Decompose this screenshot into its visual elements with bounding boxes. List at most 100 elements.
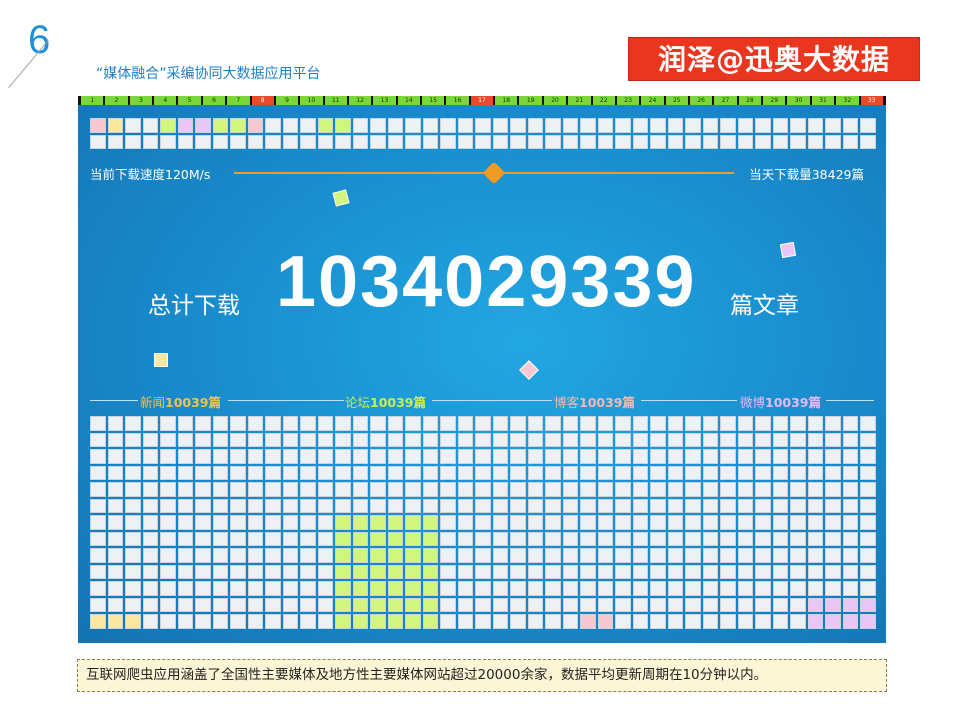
tile xyxy=(247,416,263,431)
tile xyxy=(125,531,141,546)
tile xyxy=(667,498,683,513)
tile xyxy=(790,416,806,431)
tile xyxy=(527,581,543,596)
tile xyxy=(545,581,561,596)
tile xyxy=(282,134,298,149)
tile xyxy=(212,548,228,563)
tile xyxy=(370,416,386,431)
tile xyxy=(230,449,246,464)
tile xyxy=(737,564,753,579)
tile xyxy=(335,416,351,431)
category-weibo[interactable]: 微博10039篇 xyxy=(740,392,821,411)
tile xyxy=(772,482,788,497)
tile xyxy=(597,515,613,530)
tile xyxy=(807,498,823,513)
tile xyxy=(580,564,596,579)
tile xyxy=(510,581,526,596)
tile xyxy=(247,581,263,596)
tile xyxy=(860,482,876,497)
tile xyxy=(142,548,158,563)
number-strip: 1 2 3 4 5 6 7 8 9 10 11 12 13 14 15 16 17 18 19 20 21 22 23 24 2… xyxy=(78,96,886,105)
tile xyxy=(720,581,736,596)
tile xyxy=(457,134,473,149)
tile xyxy=(615,134,631,149)
tile xyxy=(492,498,508,513)
tile xyxy=(667,482,683,497)
tile xyxy=(177,134,193,149)
tile xyxy=(195,515,211,530)
tile xyxy=(247,432,263,447)
tile xyxy=(492,449,508,464)
tile xyxy=(335,449,351,464)
category-news[interactable]: 新闻10039篇 xyxy=(140,392,221,411)
tile xyxy=(230,416,246,431)
tile xyxy=(632,416,648,431)
tile xyxy=(527,548,543,563)
tile xyxy=(685,564,701,579)
category-forum[interactable]: 论坛10039篇 xyxy=(345,392,426,411)
tile xyxy=(842,118,858,133)
tile xyxy=(387,118,403,133)
tile xyxy=(422,465,438,480)
tile xyxy=(720,416,736,431)
tile xyxy=(160,515,176,530)
tile xyxy=(265,134,281,149)
tile xyxy=(195,134,211,149)
tile xyxy=(772,515,788,530)
tile xyxy=(265,531,281,546)
tile xyxy=(457,548,473,563)
tile xyxy=(300,515,316,530)
tile xyxy=(580,118,596,133)
number-strip-cell: 20 xyxy=(543,96,567,105)
tile xyxy=(265,432,281,447)
tile xyxy=(842,548,858,563)
tile xyxy=(212,134,228,149)
tile xyxy=(90,564,106,579)
tile xyxy=(370,564,386,579)
tile xyxy=(842,465,858,480)
progress-knob[interactable] xyxy=(482,161,506,185)
tile xyxy=(422,134,438,149)
tile xyxy=(772,597,788,612)
tile xyxy=(720,118,736,133)
tile xyxy=(335,597,351,612)
tile xyxy=(772,498,788,513)
tile xyxy=(125,449,141,464)
tile xyxy=(492,432,508,447)
footer-note: 互联网爬虫应用涵盖了全国性主要媒体及地方性主要媒体网站超过20000余家，数据平… xyxy=(77,659,887,692)
number-strip-cell: 31 xyxy=(811,96,835,105)
tile xyxy=(160,531,176,546)
tile xyxy=(825,482,841,497)
number-strip-cell: 10 xyxy=(300,96,323,105)
tile xyxy=(510,597,526,612)
tile xyxy=(160,564,176,579)
tile xyxy=(422,548,438,563)
tile xyxy=(737,118,753,133)
tile xyxy=(457,449,473,464)
tile xyxy=(195,548,211,563)
tile xyxy=(457,498,473,513)
tile xyxy=(790,449,806,464)
tile xyxy=(405,581,421,596)
tile xyxy=(772,449,788,464)
tile xyxy=(230,515,246,530)
tile xyxy=(352,581,368,596)
category-blog[interactable]: 博客10039篇 xyxy=(554,392,635,411)
tile xyxy=(650,118,666,133)
number-strip-cell: 33 xyxy=(860,96,883,105)
tile xyxy=(265,548,281,563)
tile xyxy=(650,416,666,431)
tile xyxy=(370,498,386,513)
tile xyxy=(580,449,596,464)
tile xyxy=(440,548,456,563)
tile xyxy=(212,581,228,596)
tile xyxy=(422,118,438,133)
tile xyxy=(492,531,508,546)
tile xyxy=(842,482,858,497)
tile xyxy=(335,465,351,480)
tile xyxy=(772,531,788,546)
tile xyxy=(422,432,438,447)
tile xyxy=(230,614,246,629)
tile xyxy=(667,432,683,447)
tile xyxy=(807,548,823,563)
